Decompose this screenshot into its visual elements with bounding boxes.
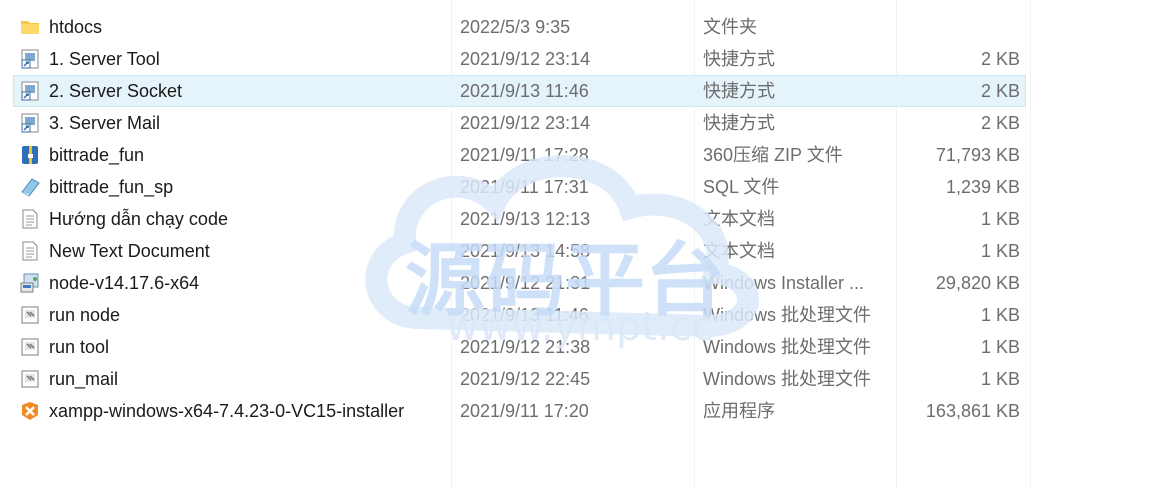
file-size: 2 KB <box>980 49 1020 69</box>
file-type: Windows 批处理文件 <box>703 369 872 389</box>
file-date-modified: 2021/9/12 21:31 <box>460 273 591 293</box>
file-row[interactable]: New Text Document 2021/9/13 14:58 文本文档 1 KB <box>0 235 1166 267</box>
batch-file-icon <box>19 305 41 325</box>
text-document-icon <box>19 209 41 229</box>
file-row[interactable]: node-v14.17.6-x64 2021/9/12 21:31 Windows … <box>0 267 1166 299</box>
file-size: 71,793 KB <box>935 145 1020 165</box>
batch-file-icon <box>19 369 41 389</box>
file-name[interactable]: xampp-windows-x64-7.4.23-0-VC15-installe… <box>49 395 404 427</box>
file-date-modified: 2021/9/13 12:13 <box>460 209 591 229</box>
file-name[interactable]: 1. Server Tool <box>49 43 160 75</box>
file-type: SQL 文件 <box>703 177 780 197</box>
file-type: 360压缩 ZIP 文件 <box>703 145 843 165</box>
file-name[interactable]: Hướng dẫn chạy code <box>49 203 228 235</box>
file-name[interactable]: New Text Document <box>49 235 210 267</box>
file-row[interactable]: bittrade_fun 2021/9/11 17:28 360压缩 ZIP 文件 7… <box>0 139 1166 171</box>
file-size: 1,239 KB <box>945 177 1020 197</box>
file-date-modified: 2021/9/13 14:58 <box>460 241 591 261</box>
file-row[interactable]: 3. Server Mail 2021/9/12 23:14 快捷方式 2 KB <box>0 107 1166 139</box>
file-date-modified: 2021/9/12 23:14 <box>460 49 591 69</box>
file-name[interactable]: 2. Server Socket <box>49 75 182 107</box>
file-name[interactable]: run tool <box>49 331 109 363</box>
file-name[interactable]: htdocs <box>49 11 102 43</box>
file-date-modified: 2021/9/11 17:20 <box>460 401 589 421</box>
zip-archive-icon <box>19 145 41 165</box>
batch-file-icon <box>19 337 41 357</box>
file-type: 快捷方式 <box>703 113 775 133</box>
file-row[interactable]: htdocs 2022/5/3 9:35 文件夹 <box>0 11 1166 43</box>
file-size: 2 KB <box>980 81 1020 101</box>
file-name[interactable]: bittrade_fun_sp <box>49 171 173 203</box>
file-row[interactable]: xampp-windows-x64-7.4.23-0-VC15-installe… <box>0 395 1166 427</box>
file-row[interactable]: 2. Server Socket 2021/9/13 11:46 快捷方式 2 KB <box>0 75 1166 107</box>
installer-icon <box>19 273 41 293</box>
file-name[interactable]: run node <box>49 299 120 331</box>
shortcut-icon <box>19 81 41 101</box>
folder-icon <box>19 17 41 37</box>
file-row[interactable]: bittrade_fun_sp 2021/9/11 17:31 SQL 文件 1,23… <box>0 171 1166 203</box>
file-name[interactable]: node-v14.17.6-x64 <box>49 267 199 299</box>
file-row[interactable]: run tool 2021/9/12 21:38 Windows 批处理文件 1 KB <box>0 331 1166 363</box>
shortcut-icon <box>19 49 41 69</box>
file-type: 文本文档 <box>703 209 775 229</box>
file-date-modified: 2021/9/13 11:46 <box>460 305 589 325</box>
file-size: 1 KB <box>980 209 1020 229</box>
file-name[interactable]: run_mail <box>49 363 118 395</box>
file-type: Windows 批处理文件 <box>703 337 872 357</box>
file-size: 29,820 KB <box>935 273 1020 293</box>
file-size: 2 KB <box>980 113 1020 133</box>
file-name[interactable]: bittrade_fun <box>49 139 144 171</box>
application-icon <box>19 401 41 421</box>
file-row[interactable]: run node 2021/9/13 11:46 Windows 批处理文件 1 KB <box>0 299 1166 331</box>
file-row[interactable]: 1. Server Tool 2021/9/12 23:14 快捷方式 2 KB <box>0 43 1166 75</box>
file-date-modified: 2022/5/3 9:35 <box>460 17 571 37</box>
text-document-icon <box>19 241 41 261</box>
file-date-modified: 2021/9/11 17:31 <box>460 177 589 197</box>
file-date-modified: 2021/9/13 11:46 <box>460 81 589 101</box>
file-type: 文件夹 <box>703 17 757 37</box>
file-row[interactable]: Hướng dẫn chạy code 2021/9/13 12:13 文本文档 1 … <box>0 203 1166 235</box>
file-type: 应用程序 <box>703 401 775 421</box>
file-date-modified: 2021/9/12 22:45 <box>460 369 591 389</box>
file-type: Windows 批处理文件 <box>703 305 872 325</box>
file-type: Windows Installer ... <box>703 273 865 293</box>
file-date-modified: 2021/9/11 17:28 <box>460 145 589 165</box>
file-type: 文本文档 <box>703 241 775 261</box>
shortcut-icon <box>19 113 41 133</box>
file-name[interactable]: 3. Server Mail <box>49 107 160 139</box>
file-size: 1 KB <box>980 241 1020 261</box>
sql-file-icon <box>19 177 41 197</box>
file-date-modified: 2021/9/12 23:14 <box>460 113 591 133</box>
file-list: htdocs 2022/5/3 9:35 文件夹 1. Server Tool 2021… <box>0 11 1166 427</box>
file-size: 1 KB <box>980 305 1020 325</box>
file-size: 1 KB <box>980 369 1020 389</box>
file-type: 快捷方式 <box>703 49 775 69</box>
file-size: 1 KB <box>980 337 1020 357</box>
file-row[interactable]: run_mail 2021/9/12 22:45 Windows 批处理文件 1 KB <box>0 363 1166 395</box>
file-type: 快捷方式 <box>703 81 775 101</box>
file-date-modified: 2021/9/12 21:38 <box>460 337 591 357</box>
file-size: 163,861 KB <box>925 401 1020 421</box>
